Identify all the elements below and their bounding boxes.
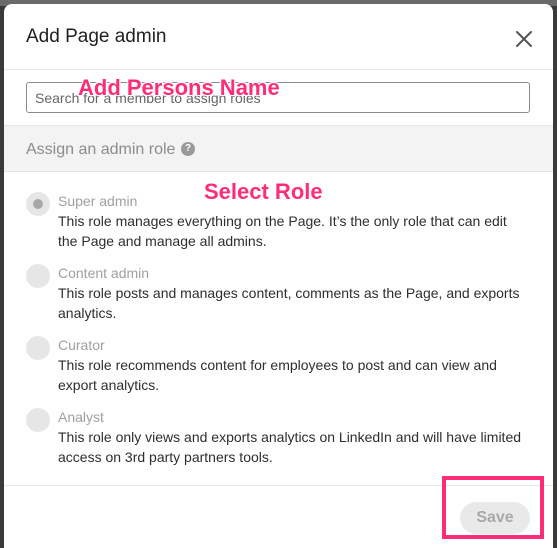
role-description: This role posts and manages content, com… — [58, 285, 520, 321]
radio-super-admin[interactable] — [26, 192, 50, 216]
role-section-header: Assign an admin role ? — [4, 126, 553, 172]
role-name: Curator — [58, 337, 105, 353]
close-button[interactable] — [509, 24, 539, 54]
role-name: Super admin — [58, 193, 138, 209]
radio-content-admin[interactable] — [26, 264, 50, 288]
annotation-select-role: Select Role — [204, 179, 323, 204]
annotation-save-highlight — [442, 476, 544, 539]
help-icon[interactable]: ? — [181, 142, 195, 156]
role-name: Content admin — [58, 265, 150, 281]
dialog-title: Add Page admin — [26, 26, 167, 47]
role-description: This role recommends content for employe… — [58, 357, 497, 393]
role-description: This role manages everything on the Page… — [58, 213, 507, 249]
radio-analyst[interactable] — [26, 408, 50, 432]
annotation-add-name: Add Persons Name — [78, 75, 280, 100]
close-icon — [516, 31, 532, 47]
radio-curator[interactable] — [26, 336, 50, 360]
assign-role-label: Assign an admin role — [26, 141, 176, 158]
dialog-header: Add Page admin — [4, 4, 553, 70]
role-name: Analyst — [58, 409, 104, 425]
role-description: This role only views and exports analyti… — [58, 429, 522, 465]
